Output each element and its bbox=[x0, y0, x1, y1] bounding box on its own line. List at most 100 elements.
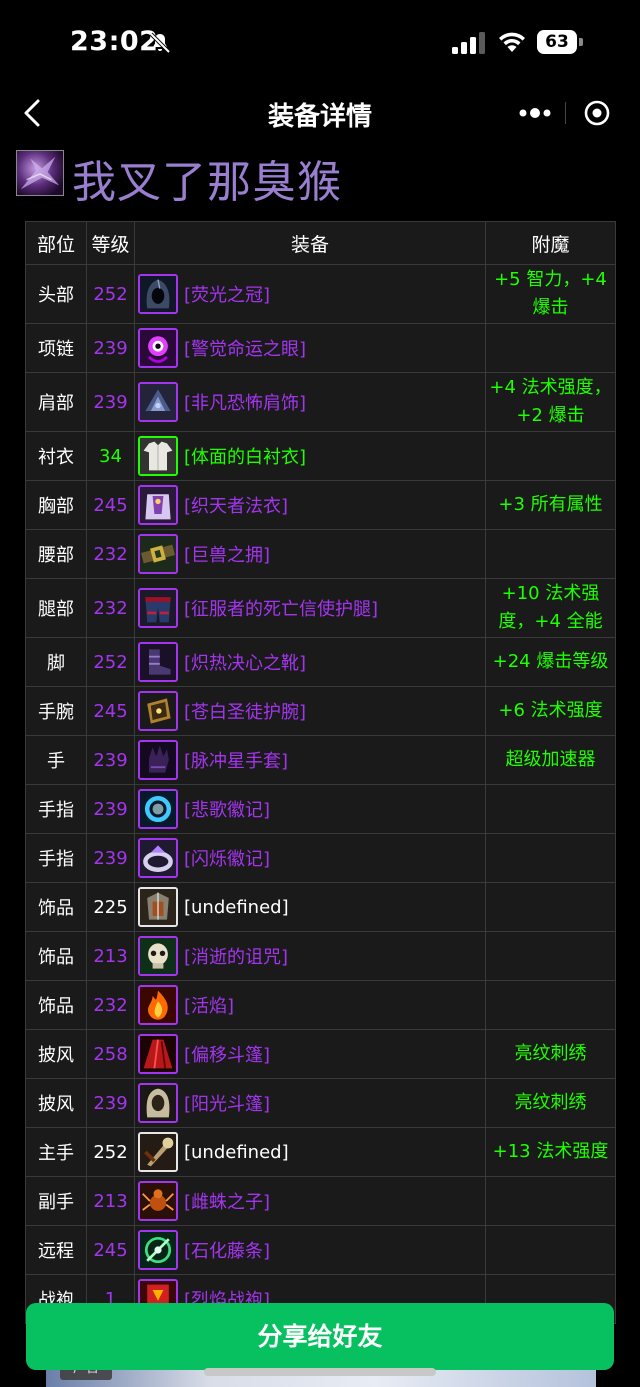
gear-item[interactable]: [消逝的诅咒] bbox=[138, 936, 485, 976]
gear-item-name[interactable]: [织天者法衣] bbox=[184, 492, 288, 518]
gear-row[interactable]: 胸部 245 [织天者法衣] +3 所有属性 bbox=[25, 480, 616, 530]
gear-item-name[interactable]: [脉冲星手套] bbox=[184, 747, 288, 773]
vine-wand-icon bbox=[138, 1230, 178, 1270]
gear-item[interactable]: [巨兽之拥] bbox=[138, 534, 485, 574]
gear-item-name[interactable]: [undefined] bbox=[184, 1142, 289, 1163]
gear-item-cell[interactable]: [悲歌徽记] bbox=[134, 784, 486, 834]
legs-icon bbox=[138, 588, 178, 628]
gear-row[interactable]: 项链 239 [警觉命运之眼] bbox=[25, 323, 616, 373]
gear-level: 232 bbox=[86, 529, 135, 579]
belt-icon bbox=[138, 534, 178, 574]
gear-item-cell[interactable]: [巨兽之拥] bbox=[134, 529, 486, 579]
gear-row[interactable]: 手腕 245 [苍白圣徒护腕] +6 法术强度 bbox=[25, 686, 616, 736]
gear-item-name[interactable]: [苍白圣徒护腕] bbox=[184, 698, 306, 724]
gear-item-cell[interactable]: [石化藤条] bbox=[134, 1225, 486, 1275]
gear-item-cell[interactable]: [undefined] bbox=[134, 882, 486, 932]
gear-item-cell[interactable]: [警觉命运之眼] bbox=[134, 323, 486, 373]
gear-item-name[interactable]: [石化藤条] bbox=[184, 1237, 270, 1263]
gear-row[interactable]: 手指 239 [悲歌徽记] bbox=[25, 784, 616, 834]
gear-item-cell[interactable]: [非凡恐怖肩饰] bbox=[134, 372, 486, 432]
gear-row[interactable]: 脚 252 [炽热决心之靴] +24 爆击等级 bbox=[25, 637, 616, 687]
gear-level: 213 bbox=[86, 931, 135, 981]
gear-item[interactable]: [体面的白衬衣] bbox=[138, 436, 485, 476]
gear-item[interactable]: [石化藤条] bbox=[138, 1230, 485, 1270]
gear-item[interactable]: [undefined] bbox=[138, 1132, 485, 1172]
gear-row[interactable]: 饰品 213 [消逝的诅咒] bbox=[25, 931, 616, 981]
gear-item-cell[interactable]: [阳光斗篷] bbox=[134, 1078, 486, 1128]
gear-item-name[interactable]: [悲歌徽记] bbox=[184, 796, 270, 822]
gear-enchant bbox=[485, 980, 616, 1030]
gear-row[interactable]: 头部 252 [荧光之冠] +5 智力，+4 爆击 bbox=[25, 264, 616, 324]
gear-row[interactable]: 披风 239 [阳光斗篷] 亮纹刺绣 bbox=[25, 1078, 616, 1128]
gear-item-cell[interactable]: [闪烁徽记] bbox=[134, 833, 486, 883]
gear-item-name[interactable]: [闪烁徽记] bbox=[184, 845, 270, 871]
share-button[interactable]: 分享给好友 bbox=[26, 1303, 614, 1370]
gear-item-name[interactable]: [雌蛛之子] bbox=[184, 1188, 270, 1214]
gear-item-name[interactable]: [炽热决心之靴] bbox=[184, 649, 306, 675]
gear-item-cell[interactable]: [荧光之冠] bbox=[134, 264, 486, 324]
gear-item[interactable]: [炽热决心之靴] bbox=[138, 642, 485, 682]
gear-enchant: +10 法术强度，+4 全能 bbox=[485, 578, 616, 638]
gear-item[interactable]: [偏移斗篷] bbox=[138, 1034, 485, 1074]
player-name: 我叉了那臭猴 bbox=[72, 157, 342, 208]
gear-row[interactable]: 主手 252 [undefined] +13 法术强度 bbox=[25, 1127, 616, 1177]
shoulder-icon bbox=[138, 382, 178, 422]
gear-item[interactable]: [织天者法衣] bbox=[138, 485, 485, 525]
gear-item-name[interactable]: [警觉命运之眼] bbox=[184, 335, 306, 361]
gear-level: 34 bbox=[86, 431, 135, 481]
gear-item[interactable]: [荧光之冠] bbox=[138, 274, 485, 314]
gear-row[interactable]: 手 239 [脉冲星手套] 超级加速器 bbox=[25, 735, 616, 785]
gear-item[interactable]: [脉冲星手套] bbox=[138, 740, 485, 780]
gear-item[interactable]: [雌蛛之子] bbox=[138, 1181, 485, 1221]
gear-item-cell[interactable]: [消逝的诅咒] bbox=[134, 931, 486, 981]
close-target-icon[interactable] bbox=[584, 100, 610, 126]
gear-item[interactable]: [警觉命运之眼] bbox=[138, 328, 485, 368]
gear-row[interactable]: 饰品 225 [undefined] bbox=[25, 882, 616, 932]
gear-item-cell[interactable]: [雌蛛之子] bbox=[134, 1176, 486, 1226]
gear-item-name[interactable]: [undefined] bbox=[184, 897, 289, 918]
gear-item[interactable]: [undefined] bbox=[138, 887, 485, 927]
gear-item-cell[interactable]: [织天者法衣] bbox=[134, 480, 486, 530]
gear-item-cell[interactable]: [活焰] bbox=[134, 980, 486, 1030]
gear-item-cell[interactable]: [苍白圣徒护腕] bbox=[134, 686, 486, 736]
gear-row[interactable]: 手指 239 [闪烁徽记] bbox=[25, 833, 616, 883]
gear-item-cell[interactable]: [征服者的死亡信使护腿] bbox=[134, 578, 486, 638]
more-icon[interactable] bbox=[517, 104, 553, 122]
gear-item-name[interactable]: [阳光斗篷] bbox=[184, 1090, 270, 1116]
gear-row[interactable]: 衬衣 34 [体面的白衬衣] bbox=[25, 431, 616, 481]
gear-item-name[interactable]: [荧光之冠] bbox=[184, 281, 270, 307]
gear-row[interactable]: 远程 245 [石化藤条] bbox=[25, 1225, 616, 1275]
gear-row[interactable]: 披风 258 [偏移斗篷] 亮纹刺绣 bbox=[25, 1029, 616, 1079]
gear-row[interactable]: 副手 213 [雌蛛之子] bbox=[25, 1176, 616, 1226]
gear-level: 213 bbox=[86, 1176, 135, 1226]
gear-item[interactable]: [非凡恐怖肩饰] bbox=[138, 382, 485, 422]
gear-item[interactable]: [活焰] bbox=[138, 985, 485, 1025]
gear-item[interactable]: [阳光斗篷] bbox=[138, 1083, 485, 1123]
gear-item-name[interactable]: [消逝的诅咒] bbox=[184, 943, 288, 969]
gear-level: 239 bbox=[86, 372, 135, 432]
gear-row[interactable]: 肩部 239 [非凡恐怖肩饰] +4 法术强度，+2 爆击 bbox=[25, 372, 616, 432]
gear-item-cell[interactable]: [偏移斗篷] bbox=[134, 1029, 486, 1079]
gear-item-cell[interactable]: [undefined] bbox=[134, 1127, 486, 1177]
gear-item[interactable]: [苍白圣徒护腕] bbox=[138, 691, 485, 731]
home-indicator[interactable] bbox=[204, 1368, 436, 1376]
gear-item[interactable]: [征服者的死亡信使护腿] bbox=[138, 588, 485, 628]
gear-item-cell[interactable]: [体面的白衬衣] bbox=[134, 431, 486, 481]
gear-item-name[interactable]: [巨兽之拥] bbox=[184, 541, 270, 567]
gear-item-cell[interactable]: [炽热决心之靴] bbox=[134, 637, 486, 687]
gear-item-name[interactable]: [活焰] bbox=[184, 992, 234, 1018]
gear-item-name[interactable]: [征服者的死亡信使护腿] bbox=[184, 595, 378, 621]
flame-icon bbox=[138, 985, 178, 1025]
gear-row[interactable]: 饰品 232 [活焰] bbox=[25, 980, 616, 1030]
gear-item[interactable]: [闪烁徽记] bbox=[138, 838, 485, 878]
gear-item-name[interactable]: [偏移斗篷] bbox=[184, 1041, 270, 1067]
gear-item-name[interactable]: [体面的白衬衣] bbox=[184, 443, 306, 469]
header-enchant: 附魔 bbox=[485, 221, 616, 265]
gear-slot: 副手 bbox=[25, 1176, 87, 1226]
gear-item[interactable]: [悲歌徽记] bbox=[138, 789, 485, 829]
gear-row[interactable]: 腰部 232 [巨兽之拥] bbox=[25, 529, 616, 579]
ring-blue-icon bbox=[138, 789, 178, 829]
gear-item-cell[interactable]: [脉冲星手套] bbox=[134, 735, 486, 785]
gear-item-name[interactable]: [非凡恐怖肩饰] bbox=[184, 389, 306, 415]
gear-row[interactable]: 腿部 232 [征服者的死亡信使护腿] +10 法术强度，+4 全能 bbox=[25, 578, 616, 638]
